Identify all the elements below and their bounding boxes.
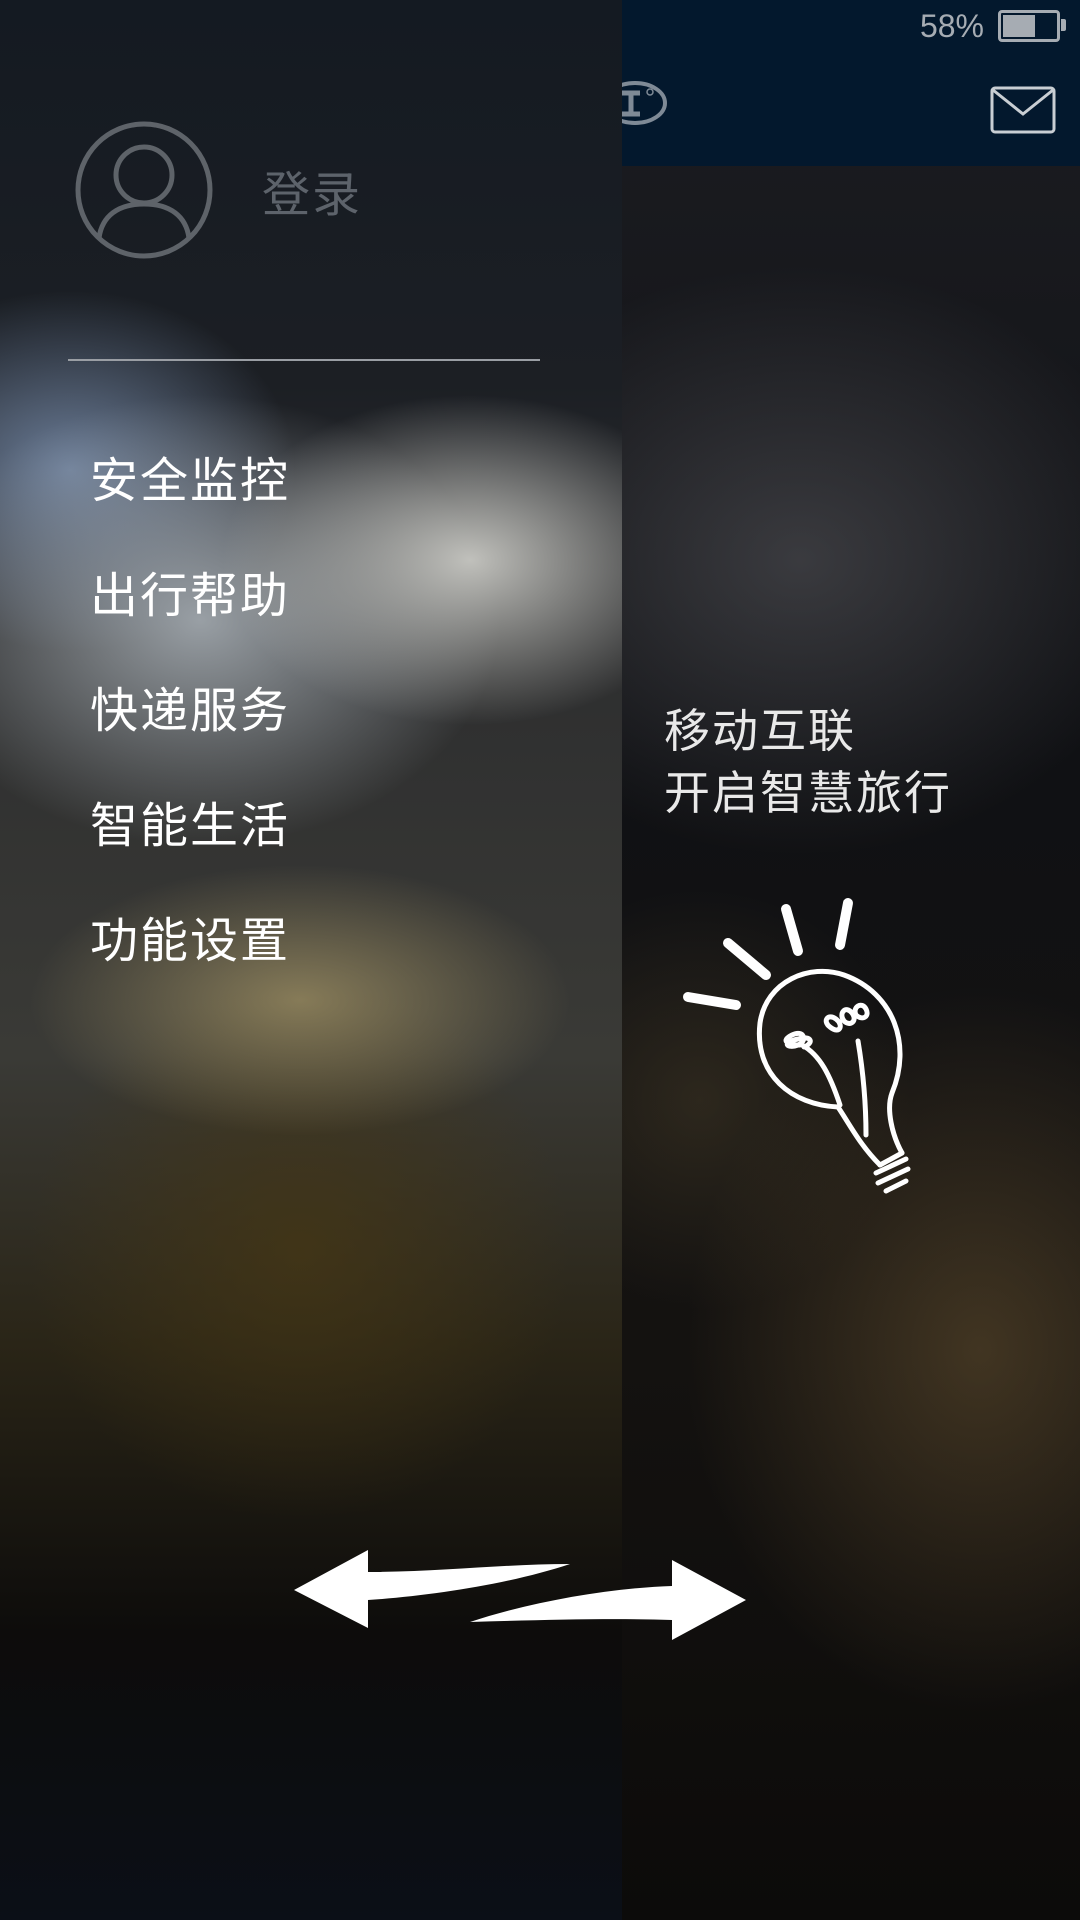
menu-item-travel-help[interactable]: 出行帮助	[90, 567, 290, 682]
promo-text: 移动互联 开启智慧旅行	[664, 700, 952, 824]
drawer-divider	[68, 359, 540, 361]
battery-icon	[998, 10, 1066, 42]
menu-item-smart-life[interactable]: 智能生活	[90, 797, 290, 912]
mail-icon[interactable]	[990, 86, 1056, 134]
drawer-menu: 安全监控 出行帮助 快递服务 智能生活 功能设置	[90, 452, 290, 1027]
status-bar: 58%	[919, 6, 1066, 46]
login-link[interactable]: 登录	[262, 155, 362, 225]
tagline-line-2: 开启智慧旅行	[664, 767, 952, 819]
swipe-arrows-icon	[294, 1550, 746, 1640]
battery-level	[1003, 15, 1036, 37]
menu-item-settings[interactable]: 功能设置	[90, 912, 290, 1027]
menu-item-express-service[interactable]: 快递服务	[90, 682, 290, 797]
lightbulb-icon	[683, 898, 911, 1194]
menu-item-security-monitoring[interactable]: 安全监控	[90, 452, 290, 567]
battery-percentage: 58%	[919, 7, 984, 44]
tagline-line-1: 移动互联	[664, 705, 856, 757]
user-avatar-icon[interactable]	[74, 120, 214, 260]
